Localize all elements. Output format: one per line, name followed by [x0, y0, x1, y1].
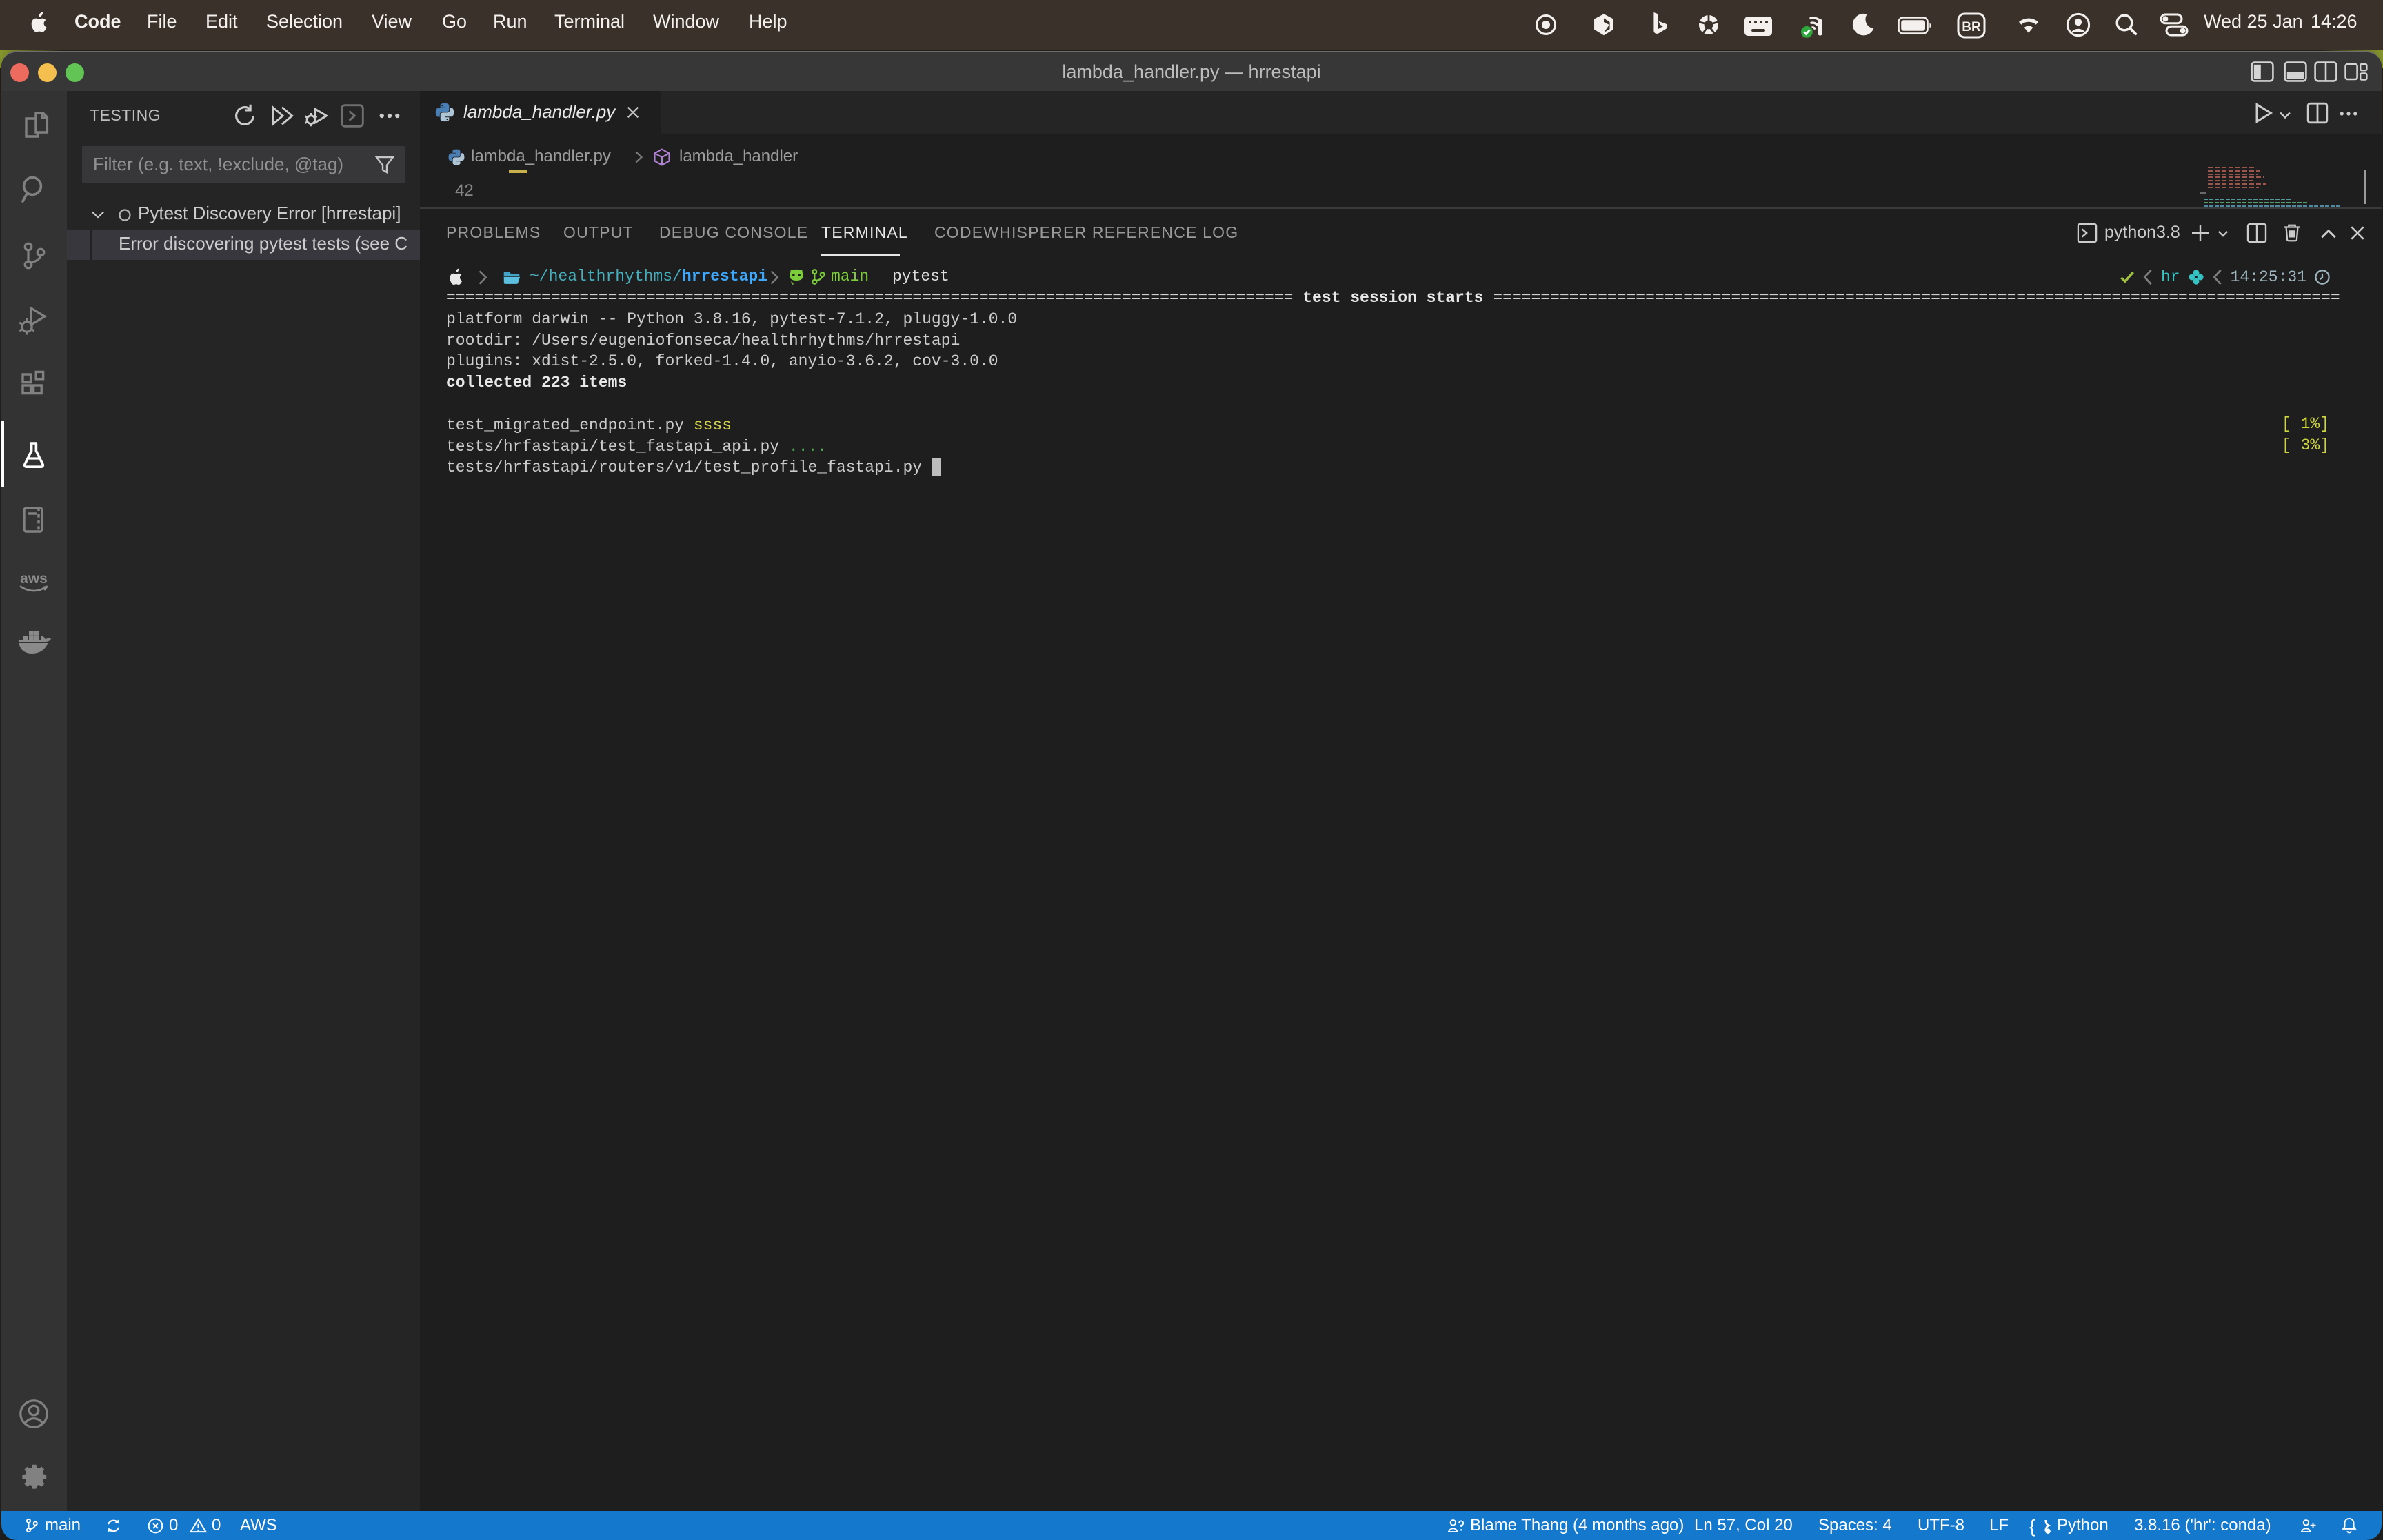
svg-text:aws: aws	[20, 571, 48, 587]
svg-text:BR: BR	[1962, 20, 1981, 34]
